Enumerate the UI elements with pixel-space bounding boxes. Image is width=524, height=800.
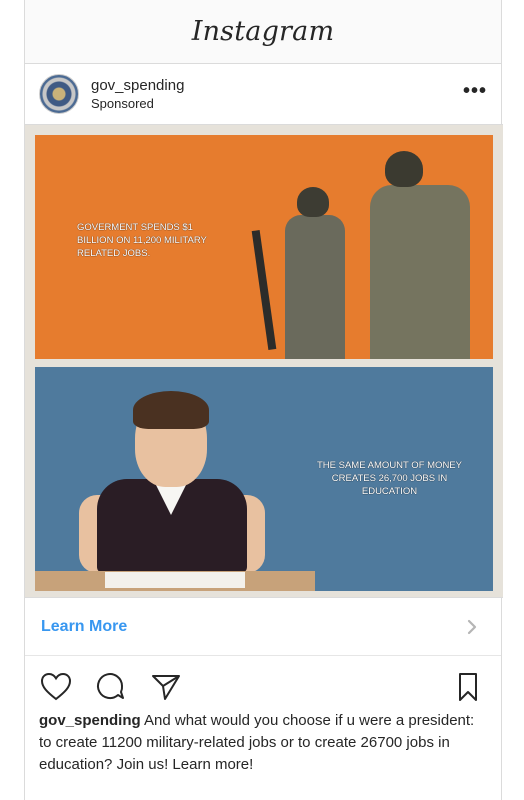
user-block: gov_spending Sponsored <box>91 77 184 111</box>
avatar[interactable] <box>39 74 79 114</box>
instagram-frame: Instagram gov_spending Sponsored ••• GOV… <box>24 0 503 800</box>
top-bar: Instagram <box>25 0 501 64</box>
post-header: gov_spending Sponsored ••• <box>25 64 501 124</box>
more-dots-icon[interactable]: ••• <box>463 81 487 101</box>
comment-icon[interactable] <box>93 670 127 704</box>
share-icon[interactable] <box>149 670 183 704</box>
rifle-shape <box>251 230 277 350</box>
soldier-figure <box>370 185 470 359</box>
military-panel: GOVERMENT SPENDS $1 BILLION ON 11,200 MI… <box>35 135 493 359</box>
learn-more-button[interactable]: Learn More <box>25 598 501 656</box>
sponsored-label: Sponsored <box>91 96 154 111</box>
military-jobs-text: GOVERMENT SPENDS $1 BILLION ON 11,200 MI… <box>77 222 207 259</box>
learn-more-label: Learn More <box>41 617 128 635</box>
soldier-helmet <box>297 187 329 217</box>
post-caption: gov_spending And what would you choose i… <box>39 710 489 776</box>
paper <box>105 572 245 588</box>
soldier-figure <box>285 215 345 359</box>
caption-username[interactable]: gov_spending <box>39 712 141 729</box>
post-username[interactable]: gov_spending <box>91 77 184 94</box>
education-jobs-text: THE SAME AMOUNT OF MONEY CREATES 26,700 … <box>317 460 462 497</box>
boy-hair <box>133 391 209 429</box>
soldier-helmet <box>385 151 423 187</box>
bookmark-icon[interactable] <box>451 670 485 704</box>
action-bar <box>25 660 501 710</box>
education-panel: THE SAME AMOUNT OF MONEY CREATES 26,700 … <box>35 367 493 591</box>
instagram-logo[interactable]: Instagram <box>192 16 335 47</box>
chevron-right-icon <box>467 619 477 635</box>
ad-image[interactable]: GOVERMENT SPENDS $1 BILLION ON 11,200 MI… <box>25 124 503 598</box>
heart-icon[interactable] <box>39 670 73 704</box>
